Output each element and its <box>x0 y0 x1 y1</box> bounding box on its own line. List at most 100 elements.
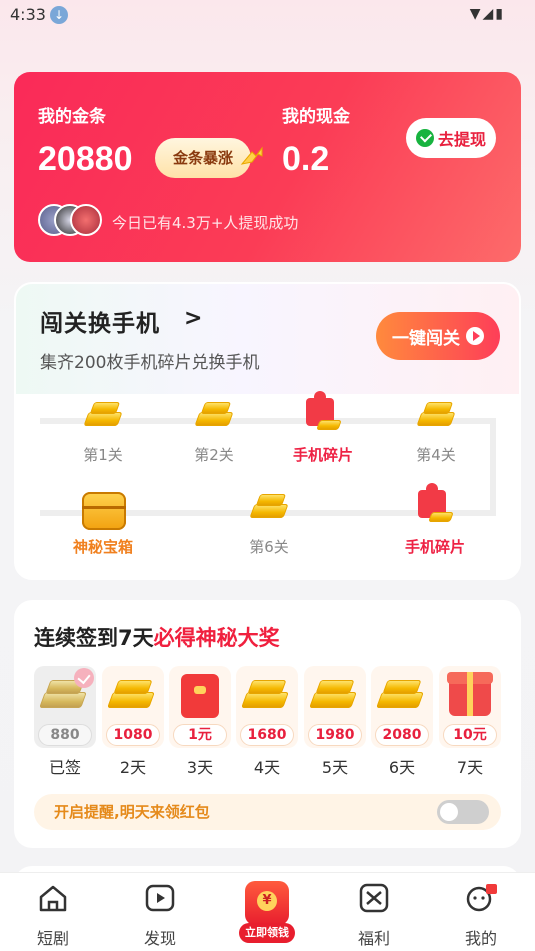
check-icon <box>74 668 94 688</box>
day-label: 2天 <box>119 758 147 777</box>
status-indicators: ▼◢▮ <box>469 6 505 22</box>
reminder-toggle[interactable] <box>437 800 489 824</box>
challenge-title[interactable]: 闯关换手机 <box>40 304 160 338</box>
one-key-challenge-label: 一键闯关 <box>392 328 460 349</box>
gold-bar-icon <box>376 692 424 708</box>
gold-card: 我的金条 20880 金条暴涨 我的现金 0.2 去提现 今日已有4.3万+人提… <box>14 72 521 262</box>
day-amount: 880 <box>38 724 92 746</box>
day-amount: 1680 <box>240 724 294 746</box>
nav-label: 立即领钱 <box>239 923 295 943</box>
nav-item-welfare[interactable]: 福利 <box>334 883 414 949</box>
one-key-challenge-button[interactable]: 一键闯关 <box>376 312 500 360</box>
sign-day-2[interactable]: 1080 2天 <box>102 666 164 778</box>
download-icon: ↓ <box>50 6 68 24</box>
day-amount: 10元 <box>443 724 497 746</box>
gold-value: 20880 <box>38 140 133 178</box>
wechat-icon <box>415 129 434 147</box>
nav-label: 福利 <box>357 929 390 948</box>
gold-bar-icon <box>248 494 290 528</box>
sign-in-title-highlight: 必得神秘大奖 <box>153 626 280 650</box>
gold-bar-icon <box>39 692 87 708</box>
stage-label: 第6关 <box>249 538 289 556</box>
play-icon <box>466 327 484 345</box>
sign-day-5[interactable]: 1980 5天 <box>304 666 366 778</box>
sign-day-4[interactable]: 1680 4天 <box>236 666 298 778</box>
sign-in-card: 连续签到7天必得神秘大奖 880 已签 1080 2天 1元 3天 1680 4… <box>14 600 521 848</box>
nav-item-discover[interactable]: 发现 <box>120 883 200 949</box>
day-label: 3天 <box>186 758 214 777</box>
gold-bar-icon <box>382 680 422 694</box>
gold-bar-icon <box>415 402 457 436</box>
gold-label: 我的金条 <box>38 107 106 127</box>
sign-day-6[interactable]: 2080 6天 <box>371 666 433 778</box>
nav-item-get-money[interactable]: 立即领钱 <box>239 879 295 943</box>
bottom-nav: 短剧 发现 立即领钱 福利 我的 <box>0 872 535 951</box>
reminder-text: 开启提醒,明天来领红包 <box>54 803 210 821</box>
day-label: 6天 <box>388 758 416 777</box>
sign-in-title-prefix: 连续签到7天 <box>34 626 154 650</box>
sign-day-1[interactable]: 880 已签 <box>34 666 96 778</box>
surge-arrow-icon <box>240 146 263 165</box>
withdraw-button[interactable]: 去提现 <box>406 118 496 158</box>
gift-box-icon <box>447 672 493 716</box>
gold-bar-icon <box>309 692 357 708</box>
day-label: 已签 <box>48 758 81 777</box>
stage-5[interactable]: 神秘宝箱 <box>53 492 153 557</box>
nav-item-short-drama[interactable]: 短剧 <box>13 883 93 949</box>
withdraw-success-text: 今日已有4.3万+人提现成功 <box>112 214 299 232</box>
stage-4[interactable]: 第4关 <box>386 402 486 465</box>
cash-value: 0.2 <box>282 140 330 178</box>
challenge-card: 闯关换手机 > 集齐200枚手机碎片兑换手机 一键闯关 第1关 第2关 手机碎片 <box>14 282 521 580</box>
status-time: 4:33 <box>10 5 46 24</box>
gold-surge-badge[interactable]: 金条暴涨 <box>155 138 251 178</box>
welfare-icon <box>359 883 389 913</box>
day-label: 5天 <box>321 758 349 777</box>
day-amount: 2080 <box>375 724 429 746</box>
withdraw-label: 去提现 <box>437 130 486 149</box>
gold-bar-icon <box>82 402 124 436</box>
stage-7[interactable]: 手机碎片 <box>385 483 485 557</box>
stage-label: 神秘宝箱 <box>72 538 133 556</box>
sign-day-3[interactable]: 1元 3天 <box>169 666 231 778</box>
avatar-group <box>38 204 102 238</box>
stage-label: 第1关 <box>83 446 123 464</box>
home-icon <box>39 885 67 912</box>
day-label: 4天 <box>253 758 281 777</box>
cash-label: 我的现金 <box>282 107 350 127</box>
day-amount: 1080 <box>106 724 160 746</box>
stage-label: 手机碎片 <box>292 446 353 464</box>
sign-day-7[interactable]: 10元 7天 <box>439 666 501 778</box>
day-amount: 1980 <box>308 724 362 746</box>
puzzle-icon <box>302 391 344 436</box>
gold-bar-icon <box>193 402 235 436</box>
progress-track <box>490 418 496 514</box>
reminder-bar: 开启提醒,明天来领红包 <box>34 794 501 830</box>
stage-label: 手机碎片 <box>404 538 465 556</box>
gold-bar-icon <box>315 680 355 694</box>
treasure-chest-icon <box>82 492 126 530</box>
nav-label: 短剧 <box>36 929 69 948</box>
stage-1[interactable]: 第1关 <box>53 402 153 465</box>
nav-label: 发现 <box>143 929 176 948</box>
puzzle-icon <box>414 483 456 528</box>
status-bar: 4:33 ↓ ▼◢▮ <box>0 0 535 30</box>
chevron-right-icon[interactable]: > <box>184 306 202 331</box>
challenge-subtitle: 集齐200枚手机碎片兑换手机 <box>40 353 260 373</box>
stage-label: 第2关 <box>194 446 234 464</box>
avatar <box>70 204 102 236</box>
stage-label: 第4关 <box>416 446 456 464</box>
gold-bar-icon <box>107 692 155 708</box>
profile-icon <box>466 884 497 912</box>
stage-3[interactable]: 手机碎片 <box>273 391 373 465</box>
play-icon <box>145 884 175 912</box>
day-label: 7天 <box>456 758 484 777</box>
stage-2[interactable]: 第2关 <box>164 402 264 465</box>
stage-6[interactable]: 第6关 <box>219 494 319 557</box>
gold-bar-icon <box>113 680 153 694</box>
gold-bar-icon <box>241 692 289 708</box>
nav-label: 我的 <box>464 929 497 948</box>
gold-bar-icon <box>247 680 287 694</box>
sign-in-title: 连续签到7天必得神秘大奖 <box>34 622 280 652</box>
nav-item-mine[interactable]: 我的 <box>441 883 521 949</box>
red-envelope-icon <box>245 881 289 925</box>
